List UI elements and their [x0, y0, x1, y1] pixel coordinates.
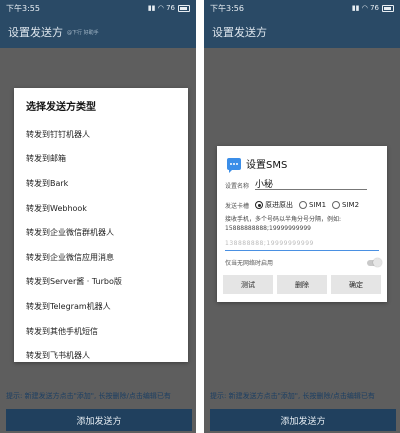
add-sender-button[interactable]: 添加发送方: [6, 409, 192, 431]
sms-settings-dialog: 设置SMS 设置名称 发送卡槽 原进原出 SIM1 SIM2: [217, 146, 387, 302]
confirm-button[interactable]: 确定: [331, 275, 381, 294]
status-icons: ▮▮ ◠ 76: [352, 4, 394, 12]
dialog-title: 选择发送方类型: [26, 102, 96, 113]
battery-icon: [178, 4, 190, 12]
right-screen: 下午3:56 ▮▮ ◠ 76 设置发送方 设置SMS 设置名称 发送卡槽 原进原…: [204, 0, 400, 433]
dimmed-content[interactable]: 设置SMS 设置名称 发送卡槽 原进原出 SIM1 SIM2: [204, 48, 400, 433]
radio-unchecked-icon: [299, 201, 308, 209]
sms-icon: [227, 157, 241, 173]
signal-icon: ▮▮ ◠ 76: [147, 4, 175, 12]
screen-divider: [196, 0, 204, 433]
option-email[interactable]: 转发到邮箱: [26, 147, 188, 172]
status-icons: ▮▮ ◠ 76: [148, 4, 190, 12]
status-time: 下午3:56: [210, 3, 244, 13]
offline-only-toggle[interactable]: [367, 257, 382, 267]
name-label: 设置名称: [225, 183, 250, 190]
option-sms[interactable]: 转发到其他手机短信: [26, 319, 188, 344]
status-bar: 下午3:55 ▮▮ ◠ 76: [0, 0, 196, 16]
status-bar: 下午3:56 ▮▮ ◠ 76: [204, 0, 400, 16]
sim-slot-row: 发送卡槽 原进原出 SIM1 SIM2: [225, 200, 381, 210]
hint-text: 提示: 新建发送方点击"添加", 长按删除/点击编辑已有: [6, 392, 171, 400]
option-wework-app[interactable]: 转发到企业微信应用消息: [26, 245, 188, 270]
option-telegram[interactable]: 转发到Telegram机器人: [26, 294, 188, 319]
battery-icon: [382, 4, 394, 12]
offline-only-row: 仅当无网络时启用: [225, 257, 382, 267]
radio-sim1[interactable]: SIM1: [299, 201, 326, 209]
delete-button[interactable]: 删除: [277, 275, 327, 294]
add-sender-button[interactable]: 添加发送方: [210, 409, 396, 431]
test-button[interactable]: 测试: [223, 275, 273, 294]
sim-slot-label: 发送卡槽: [225, 202, 250, 210]
app-bar: 设置发送方 @下行 好助手: [0, 16, 196, 48]
dialog-header: 设置SMS: [227, 156, 288, 173]
option-feishu[interactable]: 转发到飞书机器人: [26, 343, 188, 368]
option-webhook[interactable]: 转发到Webhook: [26, 196, 188, 221]
dimmed-content[interactable]: 选择发送方类型 转发到钉钉机器人 转发到邮箱 转发到Bark 转发到Webhoo…: [0, 48, 196, 433]
radio-unchecked-icon: [332, 201, 341, 209]
page-title: 设置发送方: [212, 26, 267, 39]
app-bar: 设置发送方: [204, 16, 400, 48]
status-time: 下午3:55: [6, 3, 40, 13]
radio-checked-icon: [255, 201, 264, 209]
signal-icon: ▮▮ ◠ 76: [351, 4, 379, 12]
option-serverchan[interactable]: 转发到Server酱 · Turbo版: [26, 270, 188, 295]
radio-sim2[interactable]: SIM2: [332, 201, 359, 209]
option-dingtalk[interactable]: 转发到钉钉机器人: [26, 122, 188, 147]
left-screen: 下午3:55 ▮▮ ◠ 76 设置发送方 @下行 好助手 选择发送方类型 转发到…: [0, 0, 196, 433]
name-row: 设置名称: [225, 178, 379, 190]
name-input[interactable]: [255, 178, 368, 190]
page-title: 设置发送方: [8, 26, 63, 39]
hint-text: 提示: 新建发送方点击"添加", 长按删除/点击编辑已有: [210, 392, 375, 400]
radio-original[interactable]: 原进原出: [255, 200, 293, 210]
dialog-title: 设置SMS: [246, 160, 288, 171]
option-bark[interactable]: 转发到Bark: [26, 171, 188, 196]
offline-only-label: 仅当无网络时启用: [225, 260, 274, 267]
sender-type-dialog: 选择发送方类型 转发到钉钉机器人 转发到邮箱 转发到Bark 转发到Webhoo…: [14, 88, 188, 362]
dialog-actions: 测试 删除 确定: [223, 275, 381, 294]
option-wework-bot[interactable]: 转发到企业微信群机器人: [26, 220, 188, 245]
phone-numbers-input[interactable]: [225, 237, 379, 251]
watermark-text: @下行 好助手: [67, 29, 99, 36]
phone-hint: 接收手机，多个号码以半角分号分隔，例如: 15888888888;1999999…: [225, 216, 342, 232]
